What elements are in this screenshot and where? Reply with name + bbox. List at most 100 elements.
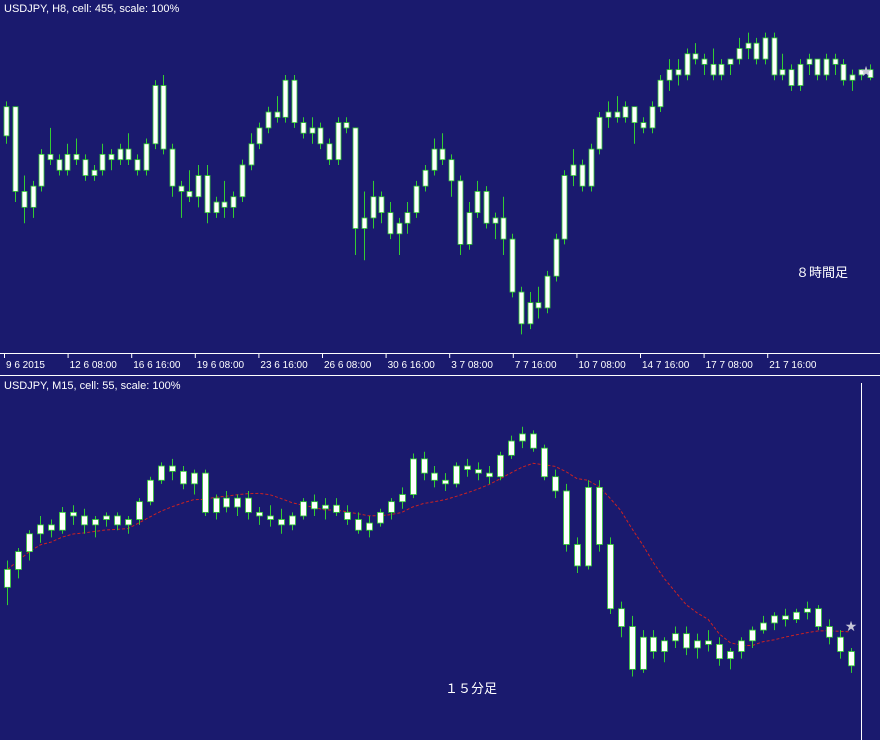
candle-body xyxy=(607,544,614,610)
candle-body xyxy=(579,164,586,187)
time-axis-label: 3 7 08:00 xyxy=(451,360,493,371)
candle-body xyxy=(622,106,629,118)
candle-body xyxy=(59,511,66,531)
candle-body xyxy=(509,238,516,293)
time-axis-label: 23 6 16:00 xyxy=(260,360,308,371)
candle-body xyxy=(413,185,420,214)
candle-body xyxy=(782,615,789,620)
candle-body xyxy=(202,472,209,513)
candle-body xyxy=(370,196,377,219)
candle-body xyxy=(256,127,263,145)
candle-body xyxy=(692,53,699,60)
candle-body xyxy=(694,640,701,649)
candle-body xyxy=(837,636,844,652)
time-axis-label: 19 6 08:00 xyxy=(197,360,245,371)
candle-body xyxy=(508,440,515,456)
candle-body xyxy=(585,487,592,567)
candle-body xyxy=(826,626,833,638)
candle-body xyxy=(289,515,296,526)
candle-body xyxy=(248,143,255,166)
candle-body xyxy=(37,524,44,535)
candle-body xyxy=(518,291,525,325)
candle-body xyxy=(134,159,141,171)
candle-body xyxy=(466,212,473,245)
candle-body xyxy=(849,74,856,81)
candle-body xyxy=(640,122,647,129)
candle-body xyxy=(38,153,45,187)
candle-body xyxy=(806,58,813,65)
candle-body xyxy=(453,465,460,485)
candle-body xyxy=(103,515,110,520)
candle-body xyxy=(117,148,124,161)
candle-body xyxy=(649,106,656,129)
candle-body xyxy=(497,454,504,478)
time-axis-label: 7 7 16:00 xyxy=(515,360,557,371)
candle-body xyxy=(378,196,385,214)
candle-body xyxy=(322,504,329,510)
candle-body xyxy=(125,519,132,526)
candle-body xyxy=(442,479,449,485)
candle-body xyxy=(239,164,246,198)
candle-body xyxy=(552,476,559,492)
chart-canvas: USDJPY, H8, cell: 455, scale: 100% ８時間足 … xyxy=(0,0,880,740)
candle-body xyxy=(377,511,384,524)
candle-body xyxy=(48,524,55,531)
candle-body xyxy=(793,611,800,620)
candle-body xyxy=(81,515,88,526)
candle-body xyxy=(223,497,230,508)
candle-body xyxy=(245,497,252,513)
candle-body xyxy=(832,58,839,65)
candle-body xyxy=(158,465,165,481)
candle-body xyxy=(530,433,537,449)
time-axis-label: 16 6 16:00 xyxy=(133,360,181,371)
candle-body xyxy=(311,501,318,510)
candle-body xyxy=(527,302,534,325)
h8-timeframe-label: ８時間足 xyxy=(796,266,848,281)
candle-body xyxy=(21,191,28,208)
candle-body xyxy=(73,153,80,161)
candle-body xyxy=(396,222,403,235)
candle-body xyxy=(366,522,373,531)
candle-body xyxy=(70,511,77,517)
candle-body xyxy=(82,159,89,176)
time-axis-label: 12 6 08:00 xyxy=(70,360,118,371)
candle-body xyxy=(705,640,712,645)
candle-body xyxy=(143,143,150,171)
candle-body xyxy=(178,185,185,192)
time-axis-label: 26 6 08:00 xyxy=(324,360,372,371)
candle-body xyxy=(274,111,281,118)
candle-body xyxy=(650,636,657,652)
candle-body xyxy=(570,164,577,176)
candle-body xyxy=(804,608,811,613)
candle-body xyxy=(614,111,621,118)
candle-body xyxy=(788,69,795,86)
candle-body xyxy=(736,48,743,60)
candle-body xyxy=(309,127,316,134)
candle-body xyxy=(760,622,767,631)
candle-body xyxy=(300,122,307,134)
candle-body xyxy=(492,217,499,224)
candle-body xyxy=(99,153,106,171)
star-icon: ★ xyxy=(860,63,873,79)
candle-body xyxy=(753,42,760,60)
candle-body xyxy=(797,63,804,86)
candle-body xyxy=(640,636,647,670)
candle-body xyxy=(475,469,482,474)
candle-body xyxy=(114,515,121,526)
candle-body xyxy=(684,53,691,76)
time-axis-label: 10 7 08:00 xyxy=(578,360,626,371)
candle-body xyxy=(265,111,272,129)
candle-body xyxy=(343,122,350,129)
candle-body xyxy=(716,643,723,660)
candle-body xyxy=(404,212,411,224)
candle-body xyxy=(544,275,551,309)
candle-body xyxy=(335,122,342,161)
candle-body xyxy=(56,159,63,171)
candle-body xyxy=(30,185,37,208)
candle-body xyxy=(474,191,481,214)
candle-body xyxy=(4,569,11,588)
candle-body xyxy=(421,458,428,474)
candle-body xyxy=(422,169,429,187)
candle-body xyxy=(108,153,115,161)
candle-body xyxy=(361,217,368,229)
